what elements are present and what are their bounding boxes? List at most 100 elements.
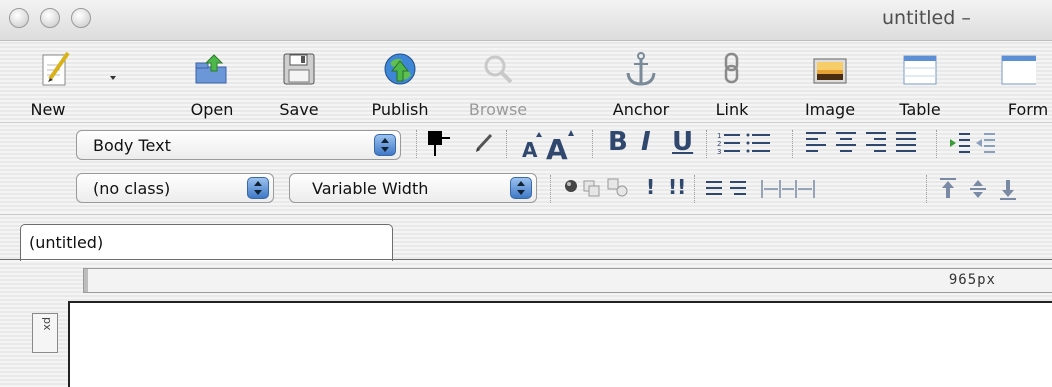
select-arrows-icon	[374, 134, 396, 156]
separator	[792, 130, 795, 158]
underline-button[interactable]: U	[672, 127, 693, 157]
open-button[interactable]: Open	[190, 41, 240, 122]
separator	[936, 130, 939, 158]
spacing-icon	[761, 180, 815, 198]
font-value: Variable Width	[312, 179, 429, 198]
table-label: Table	[899, 100, 941, 119]
separator	[926, 175, 929, 203]
new-label: New	[30, 100, 66, 119]
object-tools-icons[interactable]	[562, 175, 636, 201]
link-button[interactable]: Link	[712, 41, 752, 122]
new-button[interactable]: New	[30, 41, 90, 122]
svg-text:1: 1	[717, 132, 721, 140]
group-icon	[607, 178, 628, 197]
font-size-icon[interactable]: A A	[518, 128, 582, 162]
vertical-align-icons[interactable]	[938, 177, 1038, 201]
insert-object-icon	[565, 180, 577, 192]
close-window-button[interactable]	[9, 8, 29, 28]
zoom-window-button[interactable]	[71, 8, 91, 28]
text-color-icon[interactable]	[426, 128, 466, 162]
valign-bottom-icon	[1000, 180, 1016, 200]
publish-globe-icon	[384, 53, 416, 85]
editor-canvas[interactable]	[70, 303, 1052, 387]
paragraph-style-value: Body Text	[93, 136, 171, 155]
tab-label: (untitled)	[29, 233, 104, 252]
image-icon	[813, 58, 847, 84]
very-important-icon[interactable]: !!	[668, 175, 686, 199]
svg-text:A: A	[522, 138, 538, 162]
browse-button[interactable]: Browse	[464, 41, 530, 122]
save-disk-icon	[283, 53, 315, 85]
table-button[interactable]: Table	[894, 41, 954, 122]
separator	[416, 130, 419, 158]
separator	[592, 130, 595, 158]
minimize-window-button[interactable]	[40, 8, 60, 28]
unordered-list-icon	[746, 133, 770, 153]
font-select[interactable]: Variable Width	[289, 173, 537, 203]
document-tab-bar: (untitled)	[0, 214, 1052, 261]
vertical-ruler-marker[interactable]: xd	[32, 313, 58, 353]
ruler-width-label: 965px	[948, 272, 996, 288]
open-label: Open	[190, 100, 234, 119]
align-justify-icon	[896, 132, 916, 152]
layer-icon	[583, 180, 600, 197]
save-label: Save	[279, 100, 319, 119]
browse-label: Browse	[468, 100, 528, 119]
image-button[interactable]: Image	[800, 41, 860, 122]
indent-icons[interactable]	[948, 130, 998, 156]
save-button[interactable]: Save	[278, 41, 324, 122]
separator	[706, 130, 709, 158]
table-icon	[903, 55, 937, 85]
ordered-list-icon: 123	[717, 132, 740, 156]
anchor-icon	[626, 52, 656, 86]
open-folder-icon	[195, 54, 227, 84]
important-icon[interactable]: !	[646, 175, 655, 199]
select-arrows-icon	[510, 177, 532, 199]
horizontal-ruler[interactable]: 965px	[83, 268, 1052, 293]
class-value: (no class)	[93, 179, 171, 198]
new-dropdown-icon[interactable]	[109, 75, 117, 81]
list-icons: 123	[717, 132, 770, 156]
bold-button[interactable]: B	[608, 127, 628, 157]
publish-button[interactable]: Publish	[366, 41, 436, 122]
svg-text:2: 2	[717, 140, 721, 148]
format-toolbar-1: Body Text A A B I U 123	[0, 122, 1052, 165]
align-icons[interactable]	[804, 130, 928, 156]
vertical-ruler-label: xd	[40, 317, 53, 331]
format-toolbar-2: (no class) Variable Width ! !!	[0, 165, 1052, 213]
main-toolbar: New Open Save Publish Browse Anchor Link…	[0, 41, 1052, 122]
link-chain-icon	[724, 52, 739, 84]
browse-magnifier-icon	[484, 55, 513, 84]
valign-middle-icon	[970, 180, 986, 198]
tab-divider	[0, 259, 1052, 260]
paragraph-style-select[interactable]: Body Text	[76, 130, 401, 160]
svg-text:3: 3	[717, 148, 721, 156]
horizontal-rule-icon	[706, 181, 722, 195]
indent-icon	[950, 133, 970, 153]
window-title: untitled –	[882, 7, 971, 29]
separator	[506, 130, 509, 158]
line-break-icon	[730, 181, 746, 195]
align-center-icon	[836, 132, 856, 152]
publish-label: Publish	[371, 100, 429, 119]
link-label: Link	[715, 100, 749, 119]
class-select[interactable]: (no class)	[76, 173, 274, 203]
tab-untitled[interactable]: (untitled)	[20, 224, 393, 261]
svg-text:A: A	[546, 133, 568, 162]
italic-button[interactable]: I	[641, 127, 651, 157]
line-tools-icons[interactable]	[704, 178, 816, 200]
align-left-icon	[806, 132, 826, 152]
valign-top-icon	[940, 178, 956, 198]
separator	[550, 175, 553, 203]
highlight-pencil-icon[interactable]	[474, 131, 496, 155]
image-label: Image	[804, 100, 856, 119]
form-button[interactable]: Form	[990, 41, 1052, 122]
anchor-button[interactable]: Anchor	[606, 41, 676, 122]
form-label: Form	[1007, 100, 1049, 119]
anchor-label: Anchor	[612, 100, 670, 119]
title-bar: untitled –	[0, 0, 1052, 41]
separator	[694, 175, 697, 203]
form-icon	[1001, 55, 1036, 85]
ruler-margin-marker[interactable]	[84, 269, 88, 292]
outdent-icon	[976, 133, 995, 153]
